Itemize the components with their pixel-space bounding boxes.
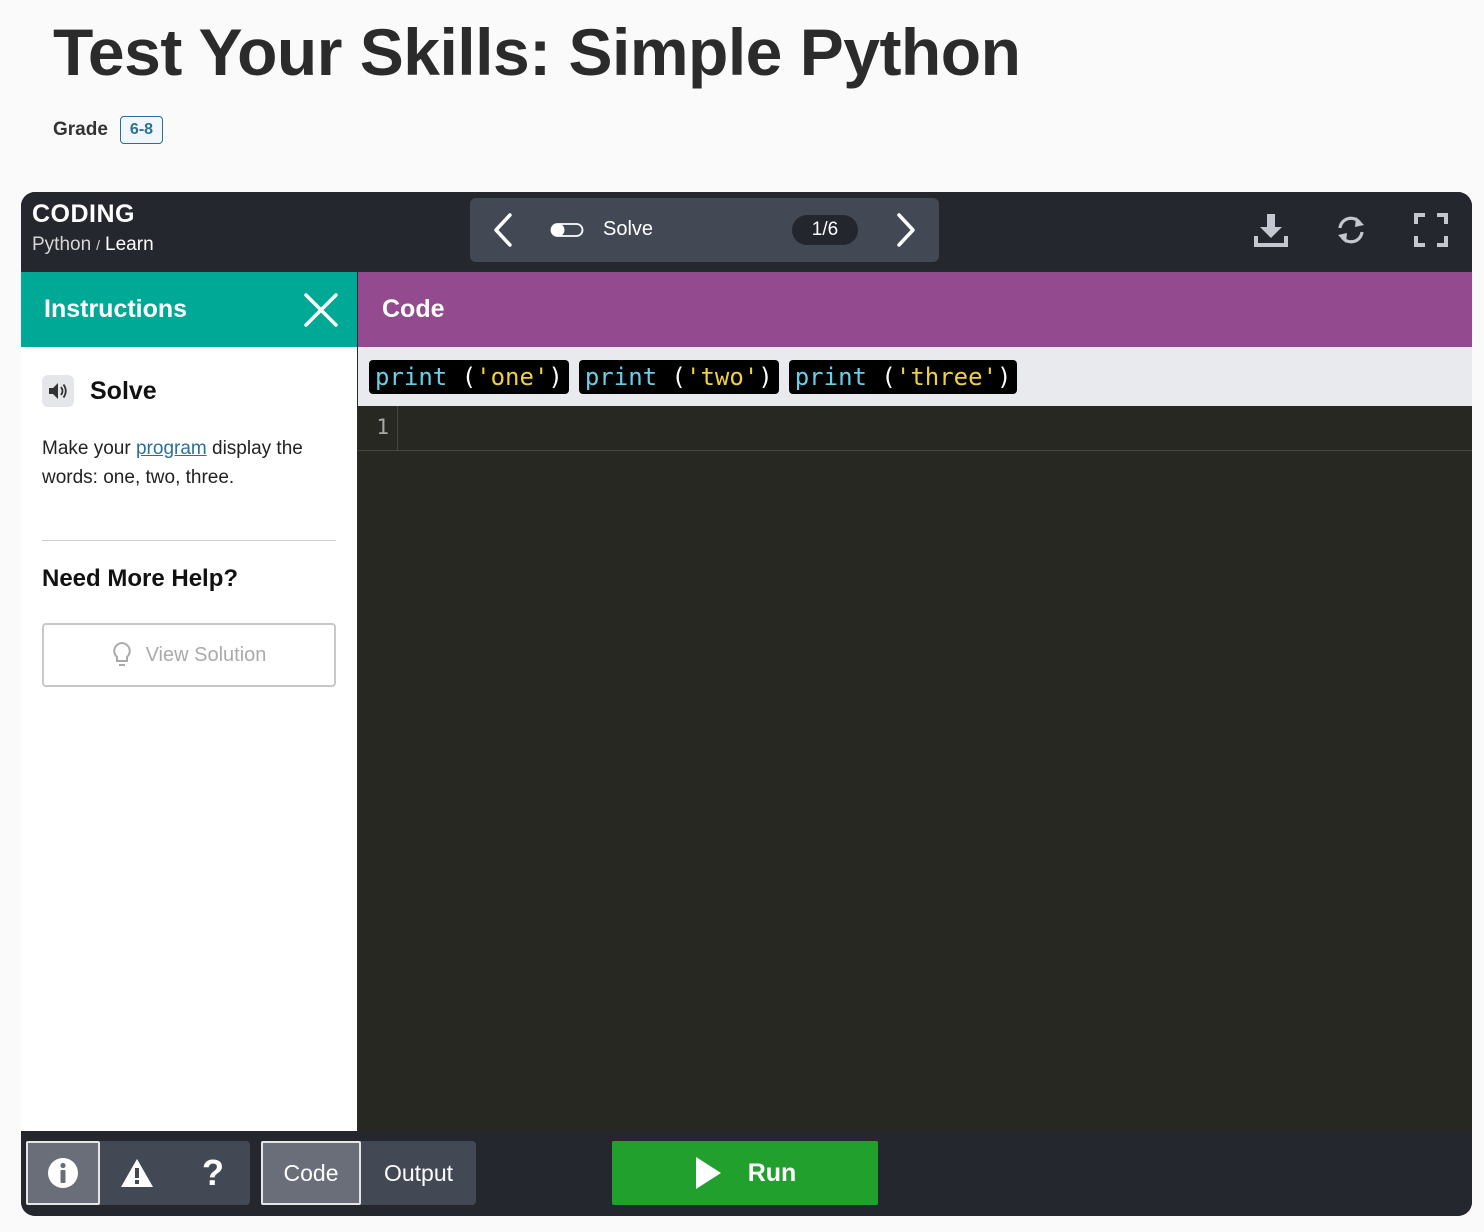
block-string: 'two' xyxy=(686,362,759,391)
grade-label: Grade xyxy=(53,119,108,140)
help-button[interactable]: ? xyxy=(176,1141,250,1205)
breadcrumb-parent: Python xyxy=(32,234,92,255)
code-block-print-two[interactable]: print ('two') xyxy=(578,359,779,394)
tab-output[interactable]: Output xyxy=(361,1141,476,1205)
run-button[interactable]: Run xyxy=(612,1141,878,1205)
run-label: Run xyxy=(747,1158,797,1187)
breadcrumb-current: Learn xyxy=(105,234,154,255)
bottom-bar: ? Code Output Run xyxy=(21,1131,1472,1216)
speaker-icon xyxy=(49,383,67,399)
block-keyword: print xyxy=(584,362,658,391)
step-label: Solve xyxy=(603,218,654,240)
toggle-icon[interactable] xyxy=(550,222,584,238)
chevron-left-icon xyxy=(494,213,512,247)
top-bar: CODING Python / Learn Solve 1/6 xyxy=(21,192,1472,268)
line-number: 1 xyxy=(358,406,398,451)
block-keyword: print xyxy=(794,362,867,391)
block-open-paren: ( xyxy=(447,362,477,391)
info-icon xyxy=(48,1158,78,1188)
editor-line[interactable]: 1 xyxy=(358,406,1472,451)
block-string: 'three' xyxy=(895,362,998,391)
info-button-group: ? xyxy=(26,1141,250,1205)
download-button[interactable] xyxy=(1251,210,1291,250)
view-solution-label: View Solution xyxy=(145,643,267,666)
breadcrumb: Python / Learn xyxy=(32,234,154,256)
code-panel: Code print ('one') print ('two') print (… xyxy=(358,272,1472,1131)
instruction-text: Make your program display the words: one… xyxy=(42,434,342,492)
code-block-print-three[interactable]: print ('three') xyxy=(788,359,1018,394)
fullscreen-icon xyxy=(1414,213,1448,247)
refresh-icon xyxy=(1338,216,1364,244)
program-link[interactable]: program xyxy=(136,438,207,459)
block-close-paren: ) xyxy=(548,362,563,391)
fullscreen-button[interactable] xyxy=(1411,210,1451,250)
code-header: Code xyxy=(358,272,1472,347)
reset-button[interactable] xyxy=(1331,210,1371,250)
block-open-paren: ( xyxy=(866,362,896,391)
warning-icon xyxy=(121,1159,153,1187)
code-editor[interactable]: 1 xyxy=(358,406,1472,1131)
block-open-paren: ( xyxy=(657,362,687,391)
tab-code[interactable]: Code xyxy=(261,1141,361,1205)
solve-heading: Solve xyxy=(90,376,157,405)
block-string: 'one' xyxy=(476,362,549,391)
view-solution-button[interactable]: View Solution xyxy=(42,623,336,687)
close-icon xyxy=(304,292,338,327)
breadcrumb-separator: / xyxy=(96,237,101,253)
next-step-button[interactable] xyxy=(876,198,936,262)
close-instructions-button[interactable] xyxy=(301,290,341,330)
instructions-title: Instructions xyxy=(44,295,188,323)
grade-row: Grade 6-8 xyxy=(53,116,164,144)
instructions-header: Instructions xyxy=(21,272,357,347)
page-title: Test Your Skills: Simple Python xyxy=(53,15,1021,89)
grade-badge: 6-8 xyxy=(119,116,164,144)
code-title: Code xyxy=(382,295,445,323)
view-toggle-group: Code Output xyxy=(261,1141,476,1205)
download-icon xyxy=(1254,214,1288,247)
block-close-paren: ) xyxy=(997,362,1012,391)
instructions-panel: Instructions Solve Make your program dis… xyxy=(21,272,357,1131)
divider xyxy=(42,540,336,541)
info-button[interactable] xyxy=(26,1141,100,1205)
play-icon xyxy=(695,1157,721,1189)
help-heading: Need More Help? xyxy=(42,565,239,592)
code-block-print-one[interactable]: print ('one') xyxy=(369,359,569,394)
step-navigator: Solve 1/6 xyxy=(470,198,939,262)
brand-title: CODING xyxy=(32,200,135,228)
previous-step-button[interactable] xyxy=(473,198,533,262)
instruction-text-start: Make your xyxy=(42,438,136,459)
block-close-paren: ) xyxy=(758,362,773,391)
step-counter: 1/6 xyxy=(792,215,858,245)
warning-button[interactable] xyxy=(100,1141,174,1205)
read-aloud-button[interactable] xyxy=(42,375,74,407)
coding-app: CODING Python / Learn Solve 1/6 Instruct… xyxy=(21,192,1472,1216)
chevron-right-icon xyxy=(897,213,915,247)
lightbulb-icon xyxy=(112,641,131,666)
code-blocks-palette: print ('one') print ('two') print ('thre… xyxy=(358,347,1472,406)
solve-heading-row: Solve xyxy=(42,375,157,407)
block-keyword: print xyxy=(375,362,448,391)
